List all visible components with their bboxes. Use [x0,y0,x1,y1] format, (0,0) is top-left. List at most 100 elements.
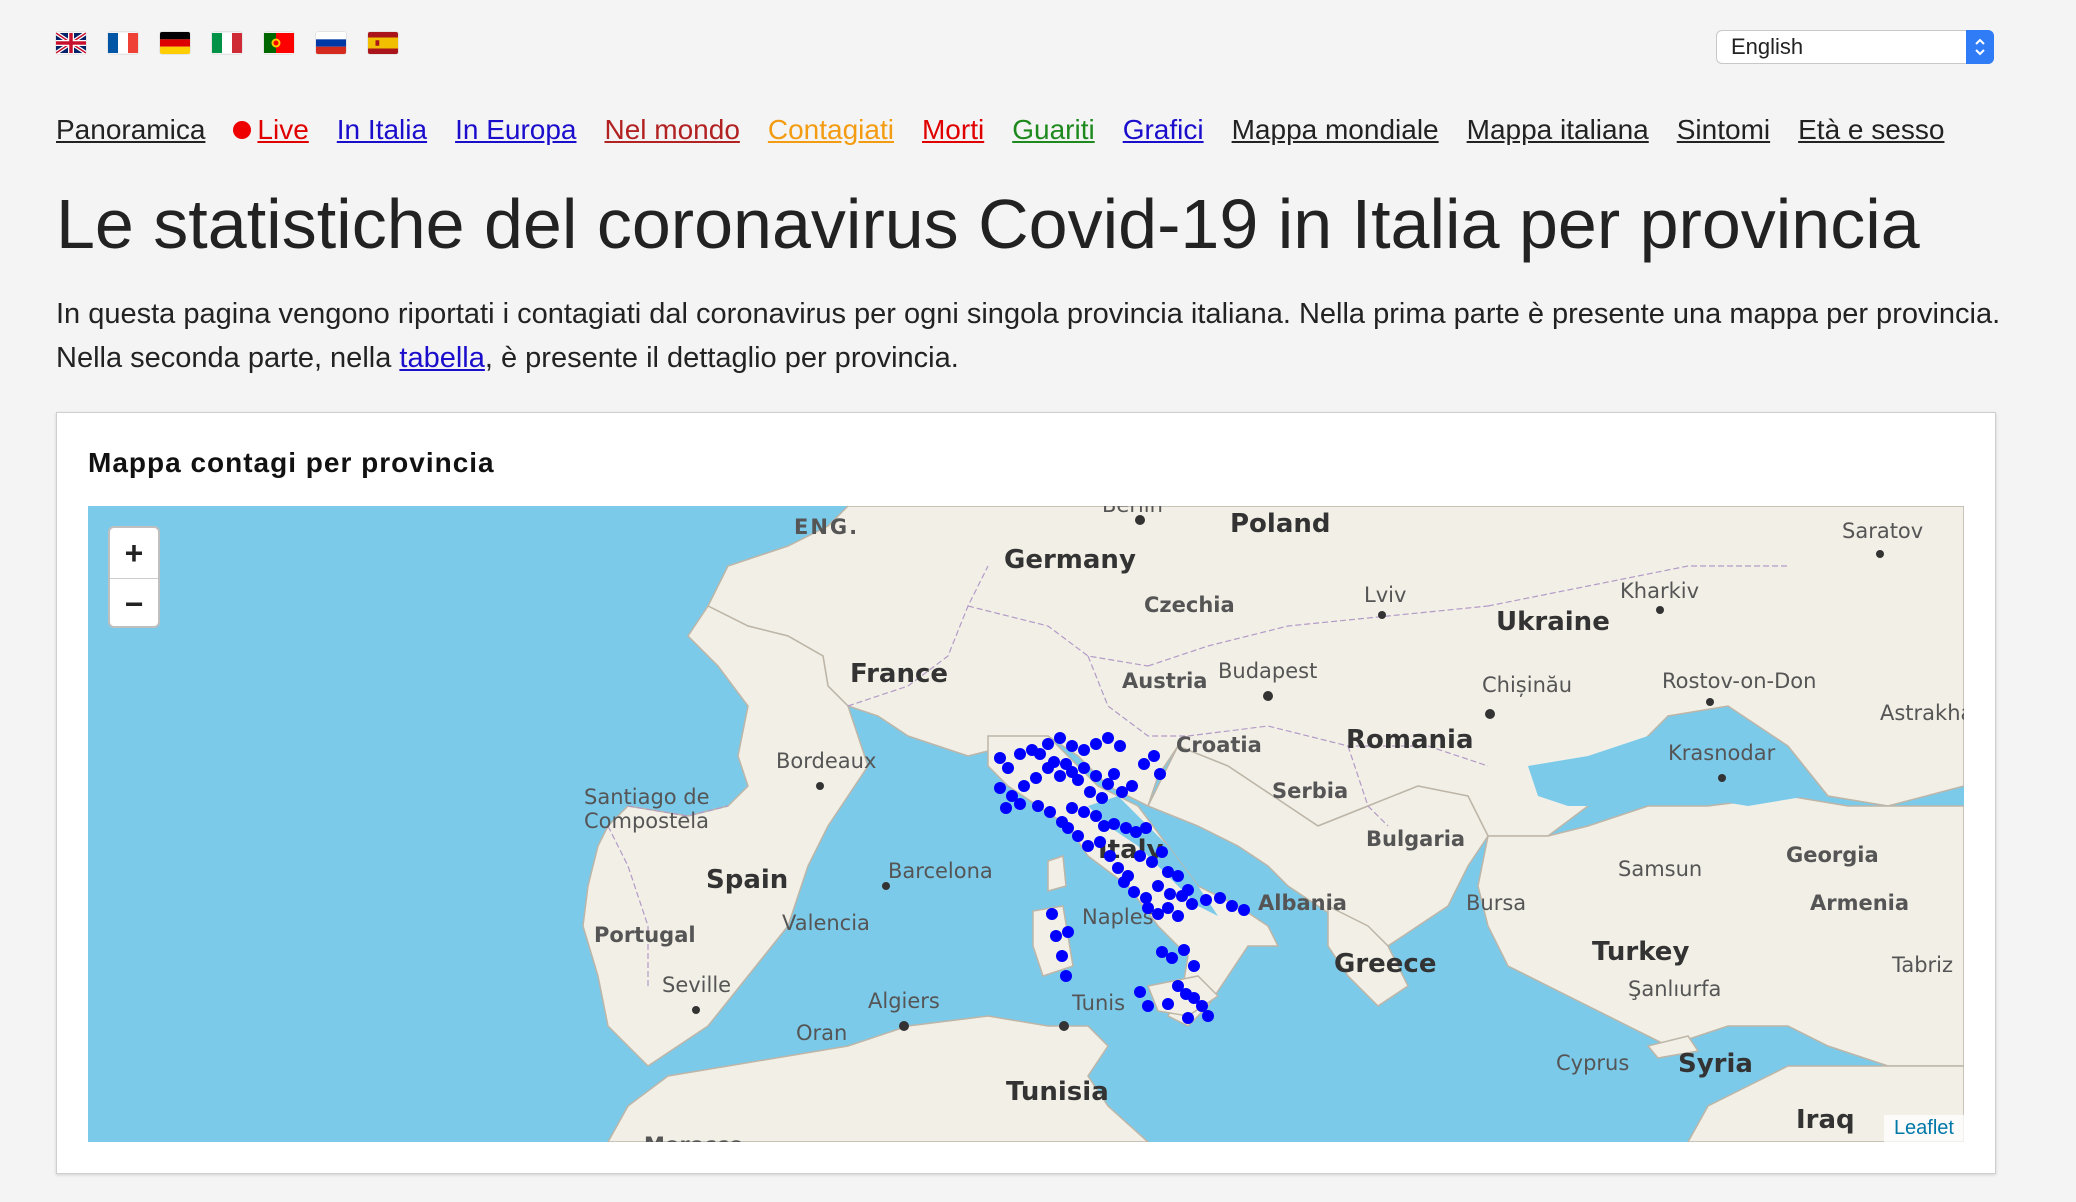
province-marker[interactable] [1146,856,1158,868]
province-marker[interactable] [1090,770,1102,782]
nav-nel-mondo[interactable]: Nel mondo [604,112,739,148]
germany-flag-icon[interactable] [160,32,190,54]
province-marker[interactable] [1018,780,1030,792]
zoom-out-button[interactable]: − [110,579,158,629]
province-marker[interactable] [1128,886,1140,898]
province-marker[interactable] [1102,778,1114,790]
portugal-flag-icon[interactable] [264,32,294,54]
nav-guariti[interactable]: Guariti [1012,112,1094,148]
province-map[interactable]: ENG. Berlin Poland Germany Czechia Lviv … [88,506,1964,1142]
province-marker[interactable] [1072,774,1084,786]
province-marker[interactable] [1166,952,1178,964]
province-marker[interactable] [1152,908,1164,920]
nav-in-italia[interactable]: In Italia [337,112,427,148]
nav-in-europa[interactable]: In Europa [455,112,576,148]
province-marker[interactable] [1138,758,1150,770]
province-marker[interactable] [1072,830,1084,842]
nav-mappa-mondiale[interactable]: Mappa mondiale [1232,112,1439,148]
province-marker[interactable] [1034,748,1046,760]
province-marker[interactable] [1062,822,1074,834]
province-marker[interactable] [1000,802,1012,814]
nav-panoramica[interactable]: Panoramica [56,112,205,148]
province-marker[interactable] [1066,740,1078,752]
province-marker[interactable] [1156,946,1168,958]
province-marker[interactable] [1046,908,1058,920]
province-marker[interactable] [1054,732,1066,744]
province-marker[interactable] [1096,792,1108,804]
province-marker[interactable] [1182,1012,1194,1024]
province-marker[interactable] [1214,892,1226,904]
russia-flag-icon[interactable] [316,32,346,54]
nav-sintomi[interactable]: Sintomi [1677,112,1770,148]
nav-grafici[interactable]: Grafici [1123,112,1204,148]
province-marker[interactable] [1082,840,1094,852]
province-marker[interactable] [1090,738,1102,750]
nav-contagiati[interactable]: Contagiati [768,112,894,148]
province-marker[interactable] [1078,762,1090,774]
province-marker[interactable] [1142,902,1154,914]
province-marker[interactable] [1062,926,1074,938]
france-flag-icon[interactable] [108,32,138,54]
province-marker[interactable] [1176,890,1188,902]
province-marker[interactable] [1112,862,1124,874]
province-marker[interactable] [1048,756,1060,768]
province-marker[interactable] [1054,770,1066,782]
province-marker[interactable] [1108,818,1120,830]
province-marker[interactable] [1142,1000,1154,1012]
italy-flag-icon[interactable] [212,32,242,54]
province-marker[interactable] [994,782,1006,794]
province-marker[interactable] [1098,820,1110,832]
province-marker[interactable] [1066,802,1078,814]
province-marker[interactable] [1084,786,1096,798]
province-marker[interactable] [1014,748,1026,760]
province-marker[interactable] [1238,904,1250,916]
province-marker[interactable] [1050,930,1062,942]
province-marker[interactable] [1134,986,1146,998]
province-marker[interactable] [1032,800,1044,812]
province-marker[interactable] [1078,806,1090,818]
province-marker[interactable] [1172,870,1184,882]
province-marker[interactable] [1140,892,1152,904]
nav-morti[interactable]: Morti [922,112,984,148]
nav-live[interactable]: Live [233,112,309,148]
nav-eta-e-sesso[interactable]: Età e sesso [1798,112,1944,148]
province-marker[interactable] [1104,850,1116,862]
province-marker[interactable] [1188,960,1200,972]
uk-flag-icon[interactable] [56,32,86,54]
table-link[interactable]: tabella [399,342,484,374]
province-marker[interactable] [1162,998,1174,1010]
province-marker[interactable] [1014,798,1026,810]
province-marker[interactable] [1156,846,1168,858]
province-marker[interactable] [1186,898,1198,910]
language-select[interactable]: English [1716,30,1994,64]
province-marker[interactable] [1202,1010,1214,1022]
province-marker[interactable] [1060,970,1072,982]
province-marker[interactable] [1172,910,1184,922]
province-marker[interactable] [1154,768,1166,780]
province-marker[interactable] [1164,888,1176,900]
province-marker[interactable] [1002,762,1014,774]
province-marker[interactable] [1108,768,1120,780]
province-marker[interactable] [1030,772,1042,784]
province-marker[interactable] [1134,850,1146,862]
province-marker[interactable] [1226,900,1238,912]
province-marker[interactable] [994,752,1006,764]
province-marker[interactable] [1044,806,1056,818]
province-marker[interactable] [1152,880,1164,892]
province-marker[interactable] [1116,786,1128,798]
province-marker[interactable] [1200,894,1212,906]
province-marker[interactable] [1042,738,1054,750]
province-marker[interactable] [1114,740,1126,752]
province-marker[interactable] [1126,780,1138,792]
province-marker[interactable] [1140,822,1152,834]
province-marker[interactable] [1094,836,1106,848]
province-marker[interactable] [1148,750,1160,762]
spain-flag-icon[interactable] [368,32,398,54]
province-marker[interactable] [1102,732,1114,744]
province-marker[interactable] [1056,950,1068,962]
province-marker[interactable] [1162,902,1174,914]
province-marker[interactable] [1178,944,1190,956]
zoom-in-button[interactable]: + [110,528,158,579]
province-marker[interactable] [1090,810,1102,822]
province-marker[interactable] [1078,744,1090,756]
